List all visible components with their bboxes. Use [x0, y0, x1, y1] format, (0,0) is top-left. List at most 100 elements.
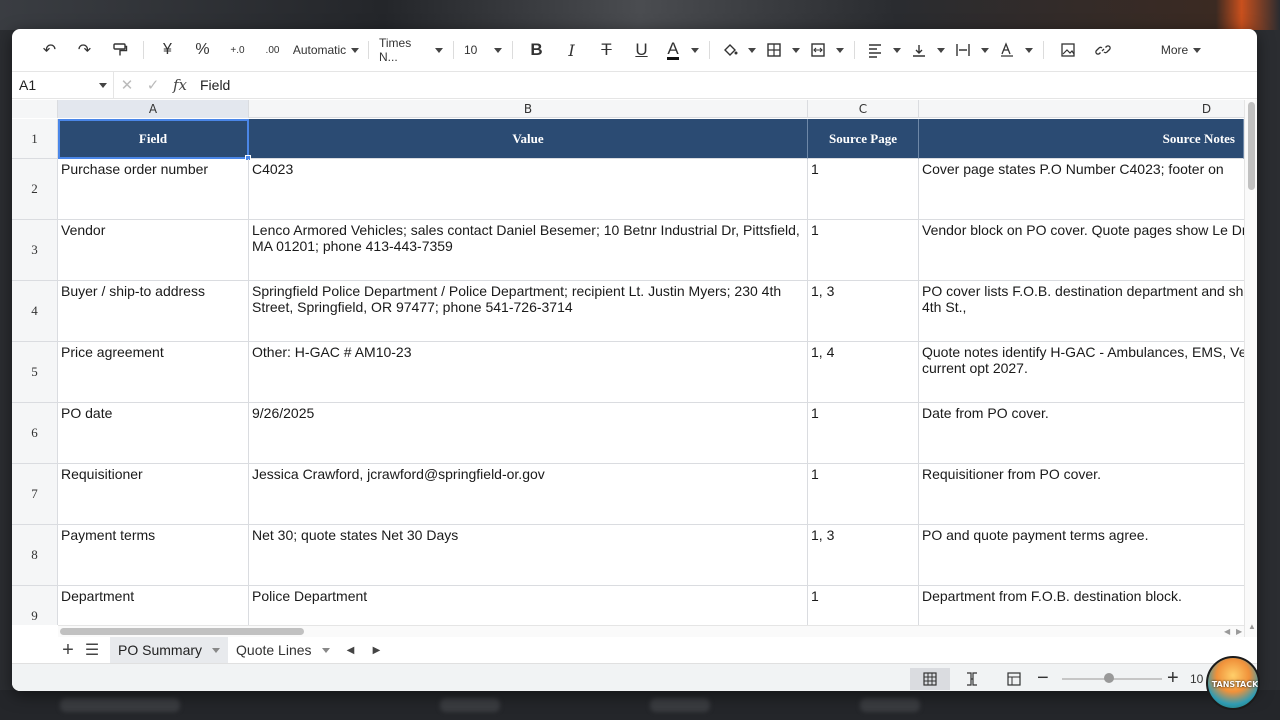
row-header[interactable]: 6	[12, 403, 58, 464]
cell-source-page[interactable]: 1	[808, 220, 919, 281]
cell-source-notes[interactable]: Requisitioner from PO cover.	[919, 464, 1244, 525]
header-cell-source-page[interactable]: Source Page	[808, 119, 919, 159]
horizontal-align-dropdown[interactable]	[889, 47, 905, 53]
row-header[interactable]: 2	[12, 159, 58, 220]
scroll-up-arrow-icon[interactable]: ▲	[1248, 622, 1256, 631]
cancel-edit-button[interactable]: ✕	[114, 76, 140, 94]
row-header[interactable]: 3	[12, 220, 58, 281]
text-rotation-button[interactable]	[993, 35, 1021, 65]
cell-field[interactable]: PO date	[58, 403, 249, 464]
merge-cells-button[interactable]	[804, 35, 832, 65]
row-header[interactable]: 1	[12, 119, 58, 159]
zoom-slider-thumb[interactable]	[1104, 673, 1114, 683]
more-button[interactable]: More	[1156, 35, 1206, 65]
cell-source-notes[interactable]: Vendor block on PO cover. Quote pages sh…	[919, 220, 1244, 281]
page-break-view-button[interactable]	[952, 668, 992, 690]
select-all-corner[interactable]	[12, 100, 58, 118]
fill-color-button[interactable]	[716, 35, 744, 65]
cell-value[interactable]: Jessica Crawford, jcrawford@springfield-…	[249, 464, 808, 525]
font-family-dropdown[interactable]: Times N...	[375, 35, 447, 65]
cell-source-notes[interactable]: Quote notes identify H-GAC - Ambulances,…	[919, 342, 1244, 403]
cell-value[interactable]: Police Department	[249, 586, 808, 625]
header-cell-field[interactable]: Field	[58, 119, 249, 159]
cell-value[interactable]: Lenco Armored Vehicles; sales contact Da…	[249, 220, 808, 281]
bold-button[interactable]: B	[519, 35, 554, 65]
spreadsheet-grid[interactable]: A B C D 1 Field Value Source Page Source Not…	[12, 100, 1244, 625]
row-header[interactable]: 8	[12, 525, 58, 586]
italic-button[interactable]: I	[554, 35, 589, 65]
increase-decimal-button[interactable]: .00	[255, 35, 290, 65]
format-painter-button[interactable]	[102, 35, 137, 65]
column-header-d[interactable]: D	[919, 100, 1244, 118]
text-color-button[interactable]: A	[659, 35, 687, 65]
chevron-down-icon[interactable]	[212, 647, 221, 653]
cell-field[interactable]: Payment terms	[58, 525, 249, 586]
cell-source-notes[interactable]: PO and quote payment terms agree.	[919, 525, 1244, 586]
header-cell-value[interactable]: Value	[249, 119, 808, 159]
borders-button[interactable]	[760, 35, 788, 65]
row-header[interactable]: 4	[12, 281, 58, 342]
cell-field[interactable]: Price agreement	[58, 342, 249, 403]
cell-source-page[interactable]: 1	[808, 586, 919, 625]
row-header[interactable]: 5	[12, 342, 58, 403]
row-header[interactable]: 9	[12, 586, 58, 625]
insert-function-button[interactable]: fx	[166, 76, 194, 94]
scroll-right-arrow-icon[interactable]: ▶	[1236, 627, 1242, 636]
cell-value[interactable]: Other: H-GAC # AM10-23	[249, 342, 808, 403]
text-color-dropdown[interactable]	[687, 47, 703, 53]
column-header-a[interactable]: A	[58, 100, 249, 118]
cell-value[interactable]: C4023	[249, 159, 808, 220]
sheet-list-button[interactable]: ☰	[80, 640, 104, 660]
normal-view-button[interactable]	[910, 668, 950, 690]
redo-button[interactable]: ↷	[67, 35, 102, 65]
cell-source-notes[interactable]: Department from F.O.B. destination block…	[919, 586, 1244, 625]
borders-dropdown[interactable]	[788, 47, 804, 53]
vertical-align-button[interactable]	[905, 35, 933, 65]
cell-source-page[interactable]: 1	[808, 159, 919, 220]
text-rotation-dropdown[interactable]	[1021, 47, 1037, 53]
percent-format-button[interactable]: %	[185, 35, 220, 65]
row-header[interactable]: 7	[12, 464, 58, 525]
horizontal-scrollbar[interactable]: ◀ ▶	[58, 625, 1244, 637]
cell-source-page[interactable]: 1, 4	[808, 342, 919, 403]
strikethrough-button[interactable]: T	[589, 35, 624, 65]
vertical-scrollbar[interactable]: ▲ ▼	[1244, 100, 1257, 654]
sheet-tab-quote-lines[interactable]: Quote Lines	[228, 637, 338, 663]
number-format-dropdown[interactable]: Automatic	[290, 35, 362, 65]
font-size-dropdown[interactable]: 10	[460, 35, 506, 65]
underline-button[interactable]: U	[624, 35, 659, 65]
text-wrap-button[interactable]	[949, 35, 977, 65]
cell-source-notes[interactable]: PO cover lists F.O.B. destination depart…	[919, 281, 1244, 342]
horizontal-align-button[interactable]	[861, 35, 889, 65]
insert-link-button[interactable]	[1085, 35, 1120, 65]
scroll-left-arrow-icon[interactable]: ◀	[1224, 627, 1230, 636]
decrease-decimal-button[interactable]: +.0	[220, 35, 255, 65]
vertical-align-dropdown[interactable]	[933, 47, 949, 53]
cell-source-page[interactable]: 1, 3	[808, 525, 919, 586]
sheet-tab-po-summary[interactable]: PO Summary	[110, 637, 229, 663]
cell-value[interactable]: Springfield Police Department / Police D…	[249, 281, 808, 342]
chevron-down-icon[interactable]	[321, 647, 330, 653]
cell-value[interactable]: 9/26/2025	[249, 403, 808, 464]
header-cell-source-notes[interactable]: Source Notes	[919, 119, 1244, 159]
undo-button[interactable]: ↶	[32, 35, 67, 65]
cell-source-page[interactable]: 1	[808, 464, 919, 525]
zoom-in-button[interactable]: +	[1167, 667, 1179, 690]
cell-source-page[interactable]: 1, 3	[808, 281, 919, 342]
cell-source-page[interactable]: 1	[808, 403, 919, 464]
cell-field[interactable]: Requisitioner	[58, 464, 249, 525]
cell-source-notes[interactable]: Date from PO cover.	[919, 403, 1244, 464]
cell-field[interactable]: Purchase order number	[58, 159, 249, 220]
page-layout-view-button[interactable]	[994, 668, 1034, 690]
column-header-c[interactable]: C	[808, 100, 919, 118]
column-header-b[interactable]: B	[249, 100, 808, 118]
text-wrap-dropdown[interactable]	[977, 47, 993, 53]
next-sheet-button[interactable]: ▶	[364, 645, 390, 656]
prev-sheet-button[interactable]: ◀	[338, 645, 364, 656]
insert-image-button[interactable]	[1050, 35, 1085, 65]
fill-color-dropdown[interactable]	[744, 47, 760, 53]
cell-field[interactable]: Vendor	[58, 220, 249, 281]
confirm-edit-button[interactable]: ✓	[140, 76, 166, 94]
zoom-out-button[interactable]: −	[1037, 667, 1049, 690]
vertical-scroll-thumb[interactable]	[1248, 102, 1255, 190]
